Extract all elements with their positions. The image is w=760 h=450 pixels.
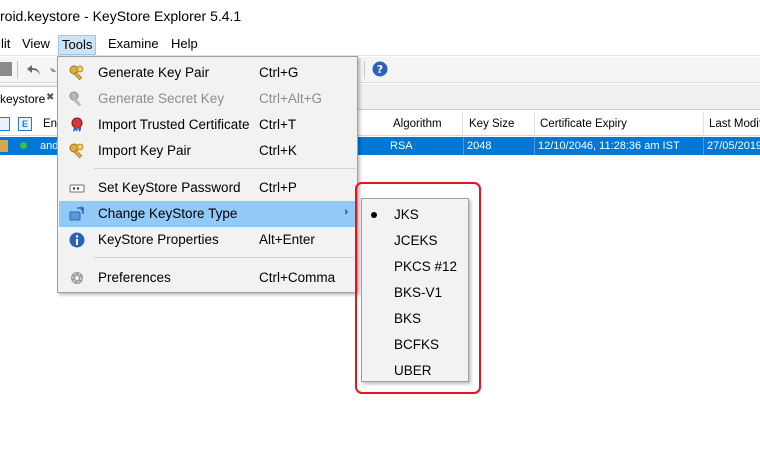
menu-item-generate-secret-key[interactable]: Generate Secret Key Ctrl+Alt+G [59, 86, 356, 112]
save-icon[interactable] [0, 62, 12, 76]
entry-type-column-icon[interactable] [0, 117, 10, 131]
key-pair-icon [0, 140, 8, 152]
menu-item-label: Generate Key Pair [98, 65, 210, 80]
password-icon [69, 184, 85, 193]
menu-item-shortcut: Ctrl+K [259, 143, 297, 158]
menu-item-label: Set KeyStore Password [98, 180, 241, 195]
toolbar-separator [17, 61, 18, 79]
secret-key-icon [69, 91, 82, 107]
column-header-certificate-expiry[interactable]: Certificate Expiry [535, 112, 704, 136]
cell-algorithm: RSA [388, 137, 464, 155]
certificate-icon [71, 117, 83, 132]
menu-item-shortcut: Ctrl+T [259, 117, 297, 132]
change-type-icon [69, 206, 84, 221]
title-bar: roid.keystore - KeyStore Explorer 5.4.1 [0, 0, 760, 32]
menu-item-label: Import Key Pair [98, 143, 192, 158]
menu-separator [94, 257, 356, 258]
import-keys-icon [69, 143, 84, 159]
menu-item-keystore-properties[interactable]: KeyStore Properties Alt+Enter [59, 227, 356, 253]
info-icon [69, 232, 85, 248]
menu-item-shortcut: Ctrl+G [259, 65, 299, 80]
menu-item-label: Generate Secret Key [98, 91, 225, 106]
cell-last-modified: 27/05/2019 [707, 140, 760, 152]
menu-edit[interactable]: lit [0, 35, 14, 55]
menu-help[interactable]: Help [167, 35, 202, 55]
menu-item-set-keystore-password[interactable]: Set KeyStore Password Ctrl+P [59, 175, 356, 201]
menu-item-label: Import Trusted Certificate [98, 117, 250, 132]
menu-item-label: Preferences [98, 270, 171, 285]
window-title: roid.keystore - KeyStore Explorer 5.4.1 [0, 8, 242, 24]
menu-item-label: Change KeyStore Type [98, 206, 238, 221]
entry-column-icon[interactable]: E [18, 117, 32, 131]
menu-item-preferences[interactable]: Preferences Ctrl+Comma [59, 265, 356, 291]
menu-item-import-key-pair[interactable]: Import Key Pair Ctrl+K [59, 138, 356, 164]
menu-item-shortcut: Ctrl+Alt+G [259, 91, 323, 106]
menu-examine[interactable]: Examine [104, 35, 163, 55]
tools-menu: Generate Key Pair Ctrl+G Generate Secret… [57, 56, 358, 293]
column-header-algorithm[interactable]: Algorithm [388, 112, 463, 136]
menu-tools[interactable]: Tools [58, 35, 97, 55]
undo-icon[interactable] [26, 63, 42, 77]
status-ok-icon [20, 142, 27, 149]
menu-bar: lit View Tools Examine Help [0, 32, 760, 56]
close-icon[interactable]: ✖ [46, 88, 54, 108]
keystore-tab[interactable]: keystore ✖ [0, 86, 58, 110]
menu-item-change-keystore-type[interactable]: Change KeyStore Type › [59, 201, 356, 227]
menu-view[interactable]: View [18, 35, 54, 55]
chevron-right-icon: › [344, 206, 348, 218]
menu-item-generate-key-pair[interactable]: Generate Key Pair Ctrl+G [59, 60, 356, 86]
help-icon[interactable]: ? [372, 61, 388, 77]
menu-item-shortcut: Alt+Enter [259, 232, 315, 247]
menu-item-shortcut: Ctrl+Comma [259, 270, 336, 285]
cell-certificate-expiry: 12/10/2046, 11:28:36 am IST [536, 137, 704, 155]
svg-text:?: ? [377, 63, 383, 76]
menu-separator [94, 168, 356, 169]
annotation-highlight-box [355, 182, 481, 394]
gear-icon [71, 272, 83, 284]
column-header-key-size[interactable]: Key Size [464, 112, 535, 136]
menu-item-shortcut: Ctrl+P [259, 180, 297, 195]
keystore-tab-label: keystore [0, 92, 46, 106]
toolbar-separator [364, 61, 365, 79]
cell-key-size: 2048 [465, 137, 535, 155]
column-header-last-modified[interactable]: Last Modif [704, 112, 760, 136]
menu-item-label: KeyStore Properties [98, 232, 219, 247]
menu-item-import-trusted-certificate[interactable]: Import Trusted Certificate Ctrl+T [59, 112, 356, 138]
keys-icon [69, 65, 84, 81]
